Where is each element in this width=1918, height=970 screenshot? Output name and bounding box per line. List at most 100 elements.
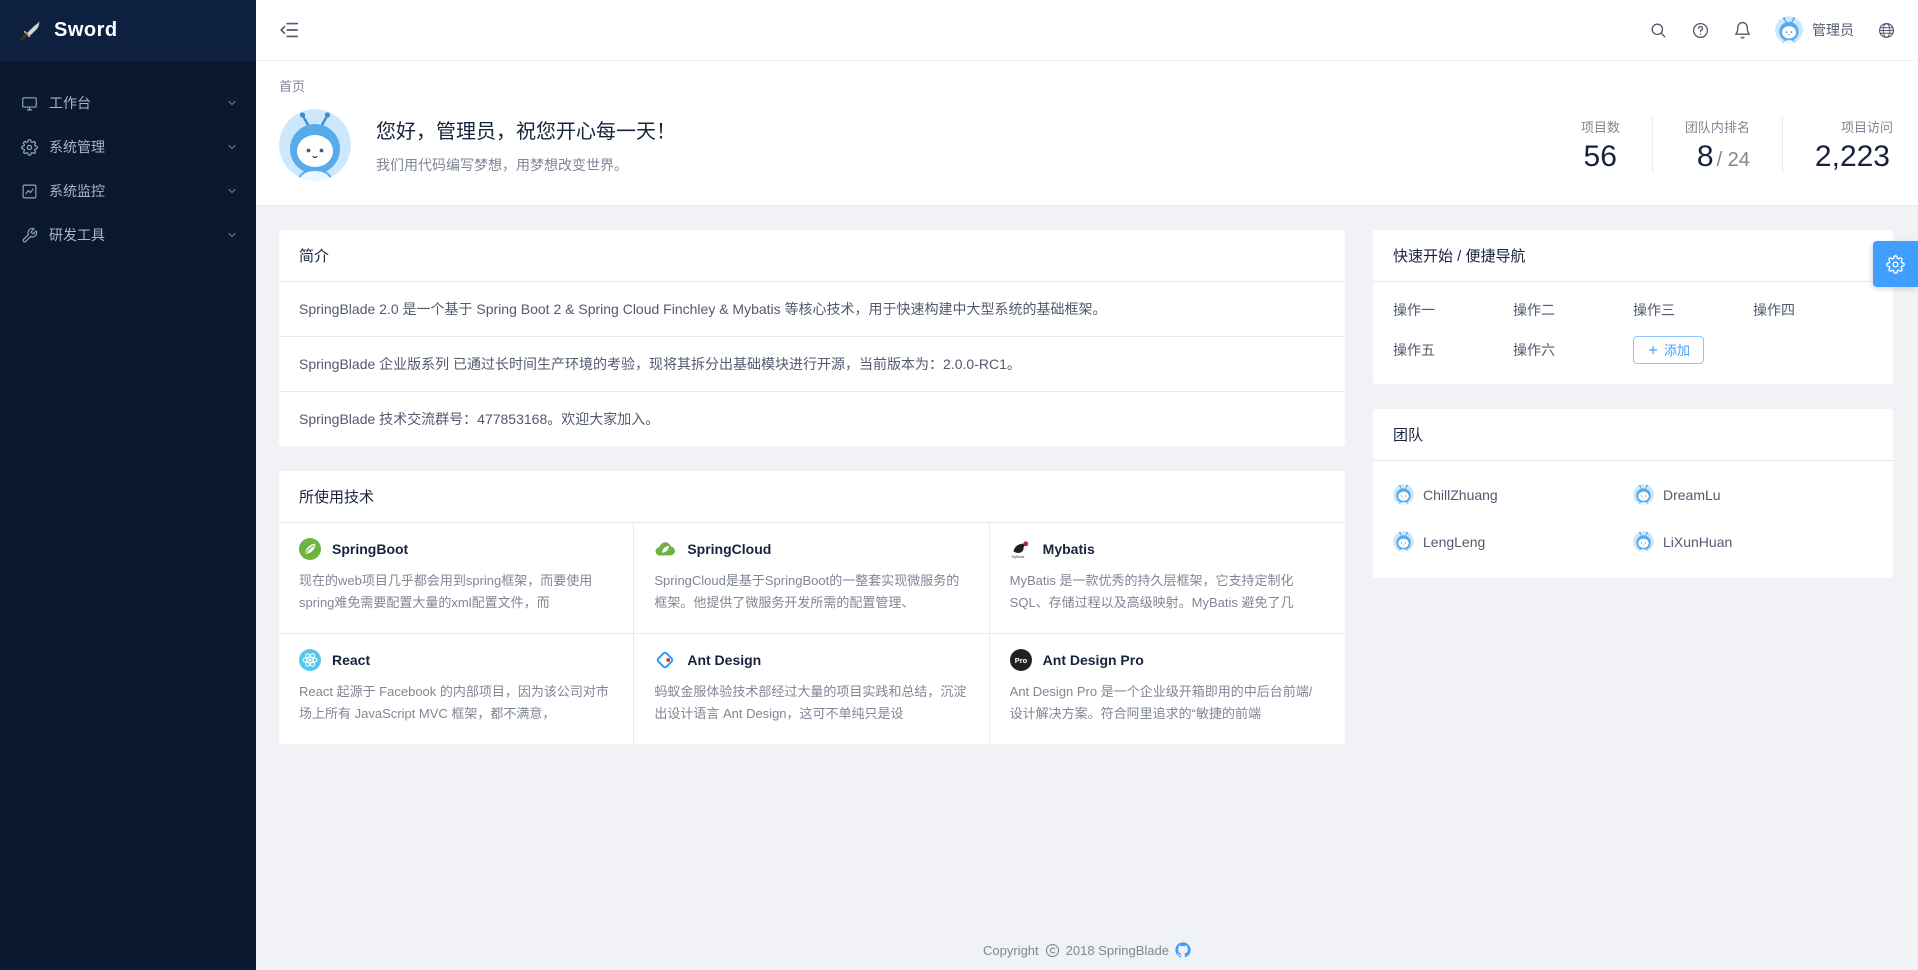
search-icon[interactable] xyxy=(1649,21,1668,40)
sword-icon xyxy=(18,19,42,43)
stat-value: 2,223 xyxy=(1815,141,1893,173)
stat-label: 项目数 xyxy=(1581,117,1620,136)
stat-value: 8/ 24 xyxy=(1685,141,1750,173)
stat-value: 56 xyxy=(1581,141,1620,173)
copyright-icon xyxy=(1045,943,1060,958)
chevron-down-icon xyxy=(226,97,238,109)
stats: 项目数 56 团队内排名 8/ 24 项目访问 2,223 xyxy=(1549,117,1894,173)
add-button[interactable]: 添加 xyxy=(1633,336,1704,364)
left-column: 简介 SpringBlade 2.0 是一个基于 Spring Boot 2 &… xyxy=(279,230,1345,744)
tech-name: Ant Design xyxy=(687,652,761,668)
sidebar-menu: 工作台 系统管理 系统监控 研发工具 xyxy=(0,61,256,257)
tech-grid: SpringBoot 现在的web项目几乎都会用到spring框架，而要使用sp… xyxy=(279,523,1345,744)
team-member: LengLeng xyxy=(1393,531,1633,552)
wrench-icon xyxy=(21,227,38,244)
monitor-icon xyxy=(21,95,38,112)
antdesign-icon xyxy=(654,649,676,671)
globe-icon[interactable] xyxy=(1877,21,1896,40)
sidebar-item-label: 研发工具 xyxy=(49,225,105,245)
member-avatar xyxy=(1633,484,1654,505)
tech-cell-antdesign: Ant Design 蚂蚁金服体验技术部经过大量的项目实践和总结，沉淀出设计语言… xyxy=(634,633,989,744)
team-members: ChillZhuang DreamLu LengLeng xyxy=(1373,461,1893,578)
welcome-block: 您好，管理员，祝您开心每一天！ 我们用代码编写梦想，用梦想改变世界。 xyxy=(279,109,676,181)
welcome-row: 您好，管理员，祝您开心每一天！ 我们用代码编写梦想，用梦想改变世界。 项目数 5… xyxy=(279,109,1894,181)
tech-cell-react: React React 起源于 Facebook 的内部项目，因为该公司对市场上… xyxy=(279,633,634,744)
member-avatar xyxy=(1393,484,1414,505)
tech-cell-springcloud: SpringCloud SpringCloud是基于SpringBoot的一整套… xyxy=(634,523,989,633)
bell-icon[interactable] xyxy=(1733,21,1752,40)
sidebar-item-label: 工作台 xyxy=(49,93,91,113)
stat-visits: 项目访问 2,223 xyxy=(1783,117,1894,173)
help-icon[interactable] xyxy=(1691,21,1710,40)
quick-link-6[interactable]: 操作六 xyxy=(1513,340,1633,360)
topbar-right: 管理员 xyxy=(1649,16,1896,44)
quick-link-3[interactable]: 操作三 xyxy=(1633,300,1753,320)
app-logo[interactable]: Sword xyxy=(0,0,256,61)
username: 管理员 xyxy=(1812,20,1854,40)
tech-name: SpringBoot xyxy=(332,541,408,557)
quick-start-title: 快速开始 / 便捷导航 xyxy=(1373,230,1893,282)
tech-desc: 现在的web项目几乎都会用到spring框架，而要使用spring难免需要配置大… xyxy=(299,570,613,614)
sidebar-item-dev-tools[interactable]: 研发工具 xyxy=(0,213,256,257)
settings-float-button[interactable] xyxy=(1873,241,1918,287)
member-name: ChillZhuang xyxy=(1423,487,1498,503)
content: 首页 您好，管理员，祝您开心每一天！ 我们用代码编写梦想，用梦想改变世界。 项目… xyxy=(256,61,1918,970)
tech-desc: MyBatis 是一款优秀的持久层框架，它支持定制化SQL、存储过程以及高级映射… xyxy=(1010,570,1325,614)
chart-icon xyxy=(21,183,38,200)
sidebar-item-label: 系统监控 xyxy=(49,181,105,201)
chevron-down-icon xyxy=(226,141,238,153)
app-window: Sword 工作台 系统管理 系统监控 研发工具 xyxy=(0,0,1918,970)
welcome-title: 您好，管理员，祝您开心每一天！ xyxy=(376,115,676,144)
sidebar-item-system-management[interactable]: 系统管理 xyxy=(0,125,256,169)
sidebar-item-workbench[interactable]: 工作台 xyxy=(0,81,256,125)
tech-cell-antdesignpro: Pro Ant Design Pro Ant Design Pro 是一个企业级… xyxy=(990,633,1345,744)
menu-fold-icon[interactable] xyxy=(278,19,300,41)
welcome-avatar xyxy=(279,109,351,181)
welcome-subtitle: 我们用代码编写梦想，用梦想改变世界。 xyxy=(376,155,676,175)
team-card: 团队 ChillZhuang DreamLu xyxy=(1373,409,1893,578)
mybatis-icon: MyBatis xyxy=(1010,538,1032,560)
member-avatar xyxy=(1633,531,1654,552)
sidebar-item-label: 系统管理 xyxy=(49,137,105,157)
github-icon[interactable] xyxy=(1175,942,1191,958)
sidebar-item-system-monitor[interactable]: 系统监控 xyxy=(0,169,256,213)
tech-name: SpringCloud xyxy=(687,541,771,557)
quick-link-1[interactable]: 操作一 xyxy=(1393,300,1513,320)
quick-links: 操作一 操作二 操作三 操作四 操作五 操作六 添加 xyxy=(1373,282,1893,384)
antdesignpro-icon: Pro xyxy=(1010,649,1032,671)
sidebar: Sword 工作台 系统管理 系统监控 研发工具 xyxy=(0,0,256,970)
tech-desc: 蚂蚁金服体验技术部经过大量的项目实践和总结，沉淀出设计语言 Ant Design… xyxy=(654,681,968,725)
member-name: LiXunHuan xyxy=(1663,534,1732,550)
gear-icon xyxy=(21,139,38,156)
topbar: 管理员 xyxy=(256,0,1918,61)
member-avatar xyxy=(1393,531,1414,552)
user-menu[interactable]: 管理员 xyxy=(1775,16,1854,44)
team-member: ChillZhuang xyxy=(1393,484,1633,505)
intro-paragraph: SpringBlade 企业版系列 已通过长时间生产环境的考验，现将其拆分出基础… xyxy=(279,337,1345,392)
tech-desc: Ant Design Pro 是一个企业级开箱即用的中后台前端/设计解决方案。符… xyxy=(1010,681,1325,725)
app-title: Sword xyxy=(54,19,118,42)
team-member: DreamLu xyxy=(1633,484,1873,505)
react-icon xyxy=(299,649,321,671)
tech-desc: React 起源于 Facebook 的内部项目，因为该公司对市场上所有 Jav… xyxy=(299,681,613,725)
plus-icon xyxy=(1647,344,1659,356)
intro-paragraph: SpringBlade 2.0 是一个基于 Spring Boot 2 & Sp… xyxy=(279,282,1345,337)
svg-text:Pro: Pro xyxy=(1014,656,1027,665)
main-area: 管理员 首页 您好，管理员，祝您开心每一天！ 我们用代码编写梦想，用梦想改变世界… xyxy=(256,0,1918,970)
quick-link-5[interactable]: 操作五 xyxy=(1393,340,1513,360)
tech-desc: SpringCloud是基于SpringBoot的一整套实现微服务的框架。他提供… xyxy=(654,570,968,614)
team-member: LiXunHuan xyxy=(1633,531,1873,552)
tech-name: Mybatis xyxy=(1043,541,1095,557)
tech-cell-springboot: SpringBoot 现在的web项目几乎都会用到spring框架，而要使用sp… xyxy=(279,523,634,633)
intro-paragraph: SpringBlade 技术交流群号：477853168。欢迎大家加入。 xyxy=(279,392,1345,446)
member-name: DreamLu xyxy=(1663,487,1721,503)
springcloud-icon xyxy=(654,538,676,560)
user-avatar xyxy=(1775,16,1803,44)
tech-name: Ant Design Pro xyxy=(1043,652,1144,668)
quick-link-4[interactable]: 操作四 xyxy=(1753,300,1873,320)
breadcrumb[interactable]: 首页 xyxy=(279,76,305,95)
cards-row: 简介 SpringBlade 2.0 是一个基于 Spring Boot 2 &… xyxy=(256,206,1918,744)
quick-link-2[interactable]: 操作二 xyxy=(1513,300,1633,320)
member-name: LengLeng xyxy=(1423,534,1485,550)
intro-card-title: 简介 xyxy=(279,230,1345,282)
